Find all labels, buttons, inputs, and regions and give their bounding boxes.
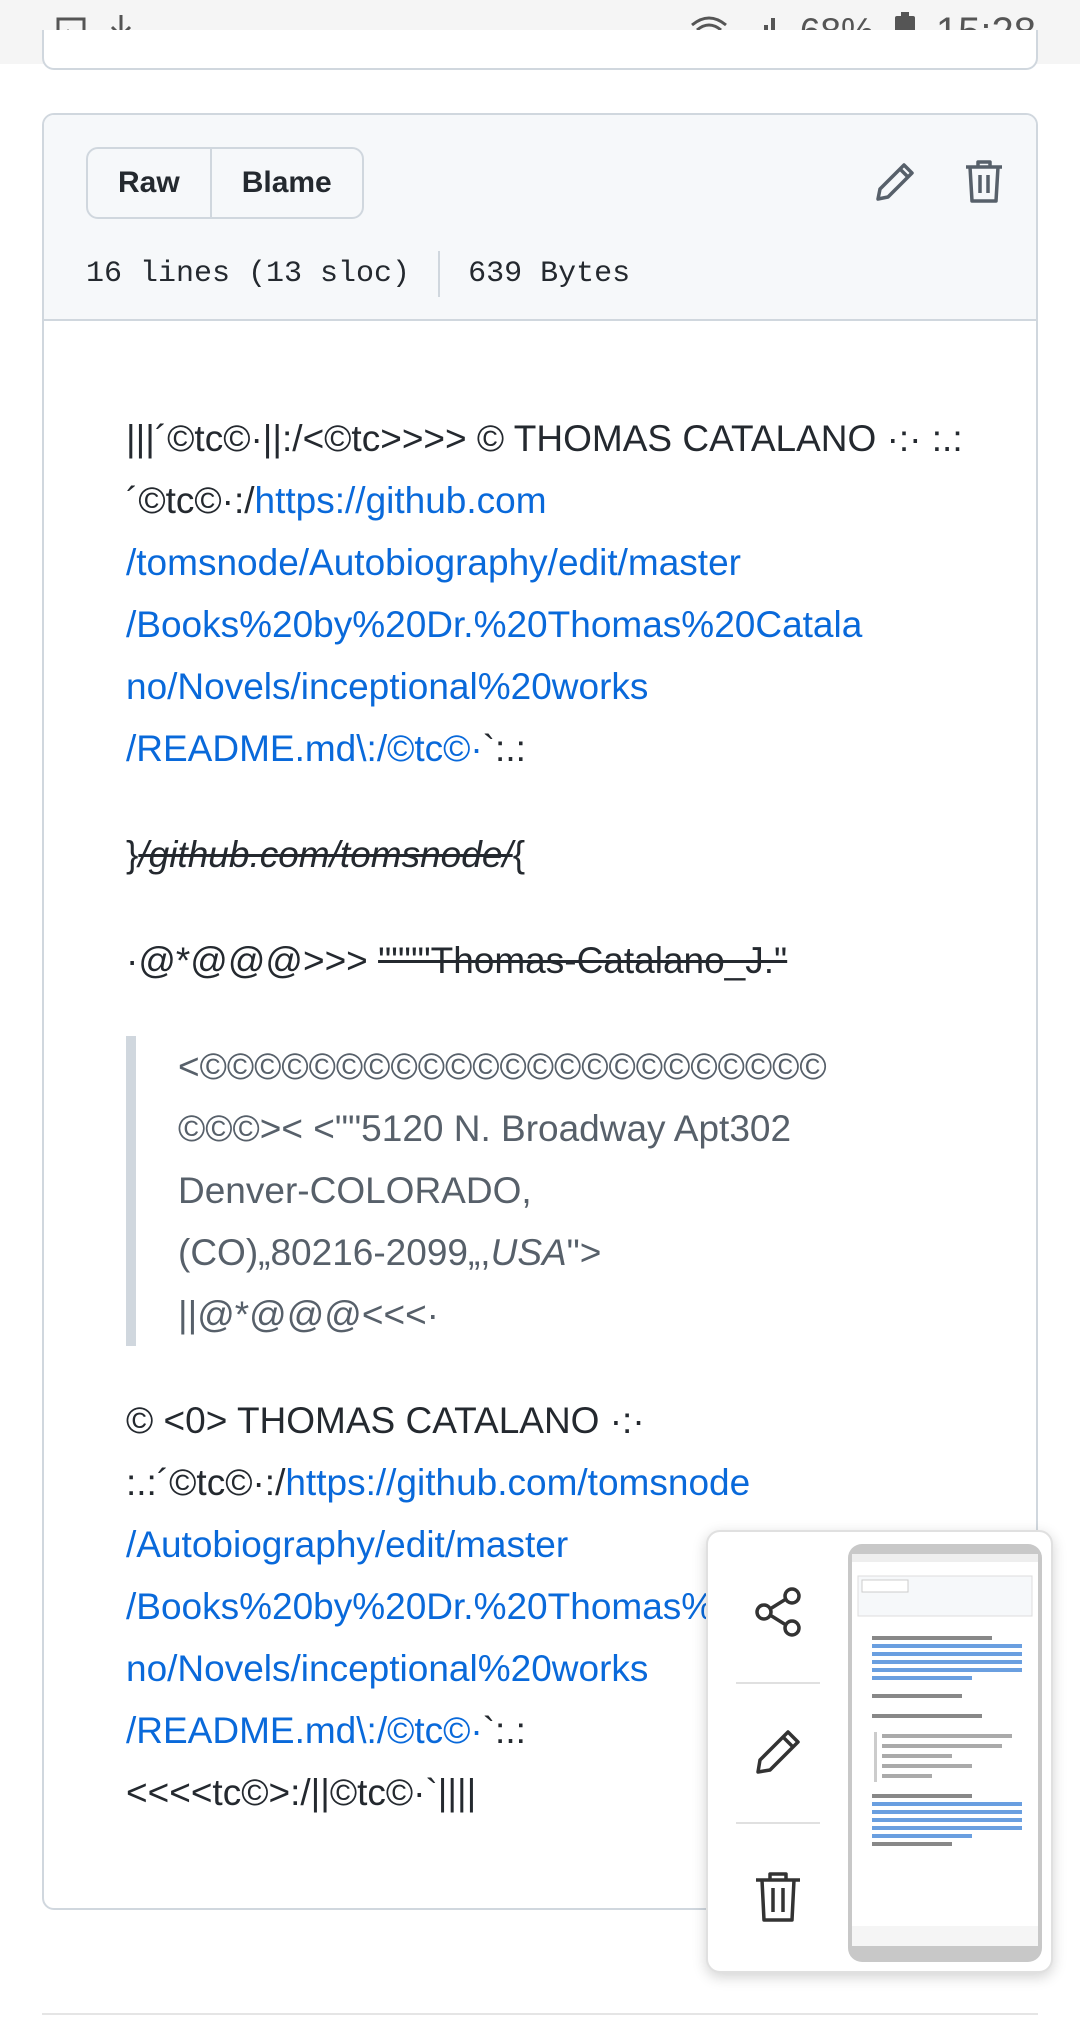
paragraph-1: |||´©tc©·||:/<©tc>>>> © THOMAS CATALANO … [126, 408, 976, 780]
pencil-icon[interactable] [870, 155, 922, 207]
divider [42, 2013, 1038, 2015]
quote-line: Denver-COLORADO, [178, 1170, 532, 1211]
line-count: 16 lines (13 sloc) [86, 257, 411, 291]
share-icon [755, 1587, 801, 1637]
quote-line: "> [566, 1232, 602, 1273]
delete-screenshot-button[interactable] [708, 1826, 848, 1966]
blockquote: <©©©©©©©©©©©©©©©©©©©©©©© ©©©>< <""5120 N… [126, 1036, 976, 1346]
trash-icon [756, 1872, 800, 1922]
screenshot-thumbnail[interactable] [848, 1544, 1042, 1962]
text: ·@*@@@>>> [126, 940, 379, 981]
text: © <0> THOMAS CATALANO ·:· [126, 1400, 645, 1441]
share-button[interactable] [708, 1542, 848, 1682]
quote-line: (CO)„80216-2099„, [178, 1232, 491, 1273]
strikethrough-text: """"Thomas-Catalano_J." [378, 940, 788, 981]
github-link-2-cont[interactable]: /Autobiography/edit/master [126, 1524, 568, 1565]
github-link-2[interactable]: https://github.com/tomsnode [285, 1462, 750, 1503]
previous-card-edge [42, 30, 1038, 70]
quote-line: <©©©©©©©©©©©©©©©©©©©©©©© [178, 1046, 827, 1087]
github-link-1[interactable]: https://github.com [255, 480, 547, 521]
github-link-1-cont[interactable]: /Books%20by%20Dr.%20Thomas%20Catala [126, 604, 862, 645]
text: `:.: [482, 728, 526, 769]
file-header: Raw Blame 16 lines (13 sloc) 639 Bytes [44, 115, 1036, 321]
quote-line: ©©©>< <""5120 N. Broadway Apt302 [178, 1108, 792, 1149]
file-size: 639 Bytes [468, 257, 631, 291]
blame-button[interactable]: Blame [209, 149, 362, 217]
github-link-1-cont[interactable]: /tomsnode/Autobiography/edit/master [126, 542, 741, 583]
view-button-group: Raw Blame [86, 147, 364, 219]
github-link-2-cont[interactable]: no/Novels/inceptional%20works [126, 1648, 648, 1689]
text: } [126, 834, 139, 875]
text: { [512, 834, 526, 875]
file-meta: 16 lines (13 sloc) 639 Bytes [86, 251, 630, 297]
text: <<<<tc©>:/||©tc©·`|||| [126, 1772, 477, 1813]
pencil-icon [756, 1730, 800, 1774]
paragraph-3: ·@*@@@>>> """"Thomas-Catalano_J." [126, 930, 976, 992]
divider [736, 1822, 820, 1824]
thumbnail-image [852, 1554, 1038, 1946]
raw-button[interactable]: Raw [88, 149, 210, 217]
paragraph-2: }/github.com/tomsnode/{ [126, 824, 976, 886]
github-link-1-cont[interactable]: /README.md\:/©tc©· [126, 728, 483, 769]
thumbnail-preview-graphic [852, 1554, 1038, 1946]
edit-screenshot-button[interactable] [708, 1682, 848, 1822]
quote-line: ||@*@@@<<<· [178, 1294, 440, 1335]
strikethrough-text: /github.com/tomsnode/ [138, 834, 513, 875]
text: :.:´©tc©·:/ [126, 1462, 286, 1503]
meta-divider [438, 251, 441, 297]
github-link-1-cont[interactable]: no/Novels/inceptional%20works [126, 666, 648, 707]
github-link-2-cont[interactable]: /README.md\:/©tc©· [126, 1710, 483, 1751]
quote-italic: USA [490, 1232, 567, 1273]
screenshot-action-panel [706, 1530, 1053, 1973]
text: `:.: [482, 1710, 526, 1751]
trash-icon[interactable] [958, 155, 1010, 207]
